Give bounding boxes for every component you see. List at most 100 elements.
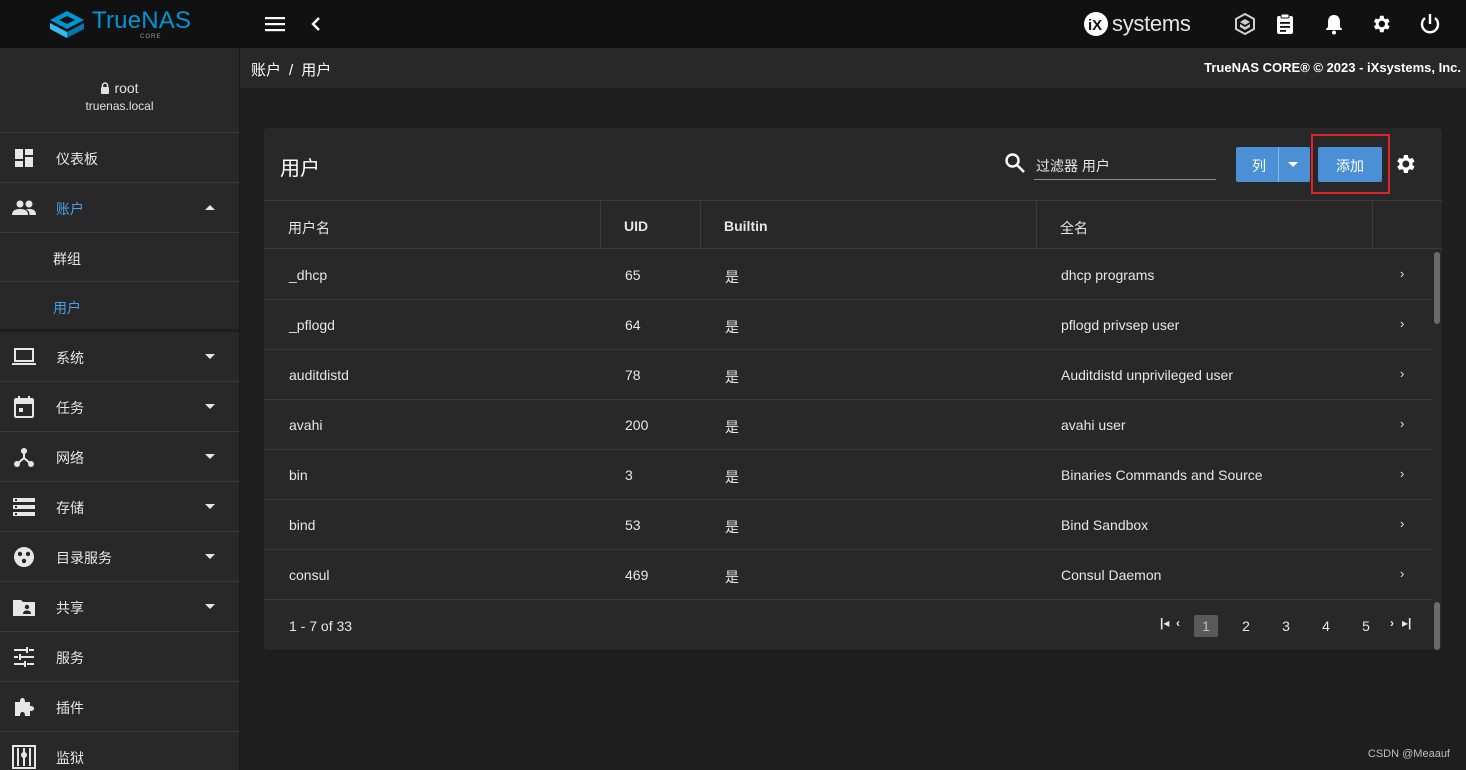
column-header-fullname[interactable]: 全名: [1060, 201, 1088, 249]
table-row[interactable]: bind 53 是 Bind Sandbox ›: [264, 500, 1432, 550]
chevron-right-icon[interactable]: ›: [1400, 516, 1404, 531]
sidebar-item-network[interactable]: 网络: [0, 432, 239, 482]
sidebar-item-label: 目录服务: [56, 550, 112, 566]
prev-page-icon[interactable]: ‹: [1176, 616, 1180, 630]
column-header-builtin[interactable]: Builtin: [724, 201, 768, 249]
table-settings-gear-icon[interactable]: [1393, 152, 1417, 176]
column-divider: [600, 201, 601, 249]
pagination-range: 1 - 7 of 33: [289, 618, 353, 634]
first-page-icon[interactable]: |◂: [1160, 616, 1169, 630]
network-icon: [12, 445, 36, 469]
power-icon[interactable]: [1418, 12, 1442, 36]
highlight-box: [1311, 134, 1390, 194]
sidebar-item-sharing[interactable]: 共享: [0, 582, 239, 632]
people-icon: [12, 196, 36, 220]
sidebar-item-label: 监狱: [56, 750, 84, 766]
table-row[interactable]: consul 469 是 Consul Daemon ›: [264, 550, 1432, 600]
cell-fullname: pflogd privsep user: [1061, 317, 1180, 333]
copyright-text: TrueNAS CORE® © 2023 - iXsystems, Inc.: [1204, 60, 1461, 75]
last-page-icon[interactable]: ▸|: [1402, 616, 1411, 630]
bell-icon[interactable]: [1322, 12, 1346, 36]
folder-shared-icon: [12, 595, 36, 619]
gear-icon[interactable]: [1369, 12, 1393, 36]
logo-subtext: CORE: [140, 33, 162, 40]
table-row[interactable]: auditdistd 78 是 Auditdistd unprivileged …: [264, 350, 1432, 400]
page-button-5[interactable]: 5: [1354, 615, 1378, 637]
breadcrumb-users: 用户: [301, 62, 332, 79]
table-row[interactable]: _pflogd 64 是 pflogd privsep user ›: [264, 300, 1432, 350]
card-title: 用户: [280, 158, 320, 180]
dashboard-icon: [12, 146, 36, 170]
tune-icon: [12, 645, 36, 669]
sidebar-item-dashboard[interactable]: 仪表板: [0, 133, 239, 183]
laptop-icon: [12, 345, 36, 369]
vertical-scrollbar[interactable]: [1434, 252, 1440, 324]
chevron-right-icon[interactable]: ›: [1400, 316, 1404, 331]
sidebar-item-services[interactable]: 服务: [0, 632, 239, 682]
username-label: root: [114, 80, 139, 96]
menu-icon[interactable]: [264, 12, 288, 36]
sidebar-item-users[interactable]: 用户: [0, 282, 239, 332]
table-row[interactable]: bin 3 是 Binaries Commands and Source ›: [264, 450, 1432, 500]
table-row[interactable]: _dhcp 65 是 dhcp programs ›: [264, 250, 1432, 300]
page-button-2[interactable]: 2: [1234, 615, 1258, 637]
page-button-4[interactable]: 4: [1314, 615, 1338, 637]
cell-builtin: 是: [725, 569, 739, 585]
jail-icon: [12, 745, 36, 769]
breadcrumb-accounts[interactable]: 账户: [251, 62, 281, 79]
sidebar-item-label: 群组: [53, 251, 81, 267]
sidebar-item-label: 网络: [56, 450, 84, 466]
next-page-icon[interactable]: ›: [1390, 616, 1394, 630]
chevron-right-icon[interactable]: ›: [1400, 566, 1404, 581]
ixsystems-logo[interactable]: iX systems: [1082, 10, 1191, 38]
hostname-label: truenas.local: [85, 99, 154, 113]
breadcrumb-separator: /: [289, 62, 294, 79]
column-header-username[interactable]: 用户名: [288, 201, 330, 249]
caret-up-icon: [205, 205, 215, 210]
chevron-right-icon[interactable]: ›: [1400, 366, 1404, 381]
sidebar-item-label: 用户: [53, 300, 81, 316]
users-card: 用户 过滤器 用户 列 添加 用户名 UID Builtin 全名 _dhcp …: [264, 128, 1442, 650]
cell-builtin: 是: [725, 419, 739, 435]
sidebar-item-storage[interactable]: 存储: [0, 482, 239, 532]
sidebar-item-jails[interactable]: 监狱: [0, 732, 239, 770]
user-block: root truenas.local: [0, 48, 239, 133]
clipboard-icon[interactable]: [1273, 12, 1297, 36]
chevron-left-icon[interactable]: [304, 12, 328, 36]
table-row[interactable]: avahi 200 是 avahi user ›: [264, 400, 1432, 450]
column-divider: [1372, 201, 1373, 249]
sidebar-item-accounts[interactable]: 账户: [0, 183, 239, 233]
chevron-right-icon[interactable]: ›: [1400, 266, 1404, 281]
table-header: 用户名 UID Builtin 全名: [264, 200, 1442, 249]
chevron-right-icon[interactable]: ›: [1400, 466, 1404, 481]
caret-down-icon: [205, 604, 215, 609]
chevron-right-icon[interactable]: ›: [1400, 416, 1404, 431]
truecommand-icon[interactable]: [1233, 12, 1257, 36]
caret-down-icon: [205, 354, 215, 359]
caret-down-icon: [205, 454, 215, 459]
cell-uid: 469: [625, 567, 649, 583]
cell-fullname: Binaries Commands and Source: [1061, 467, 1263, 483]
cell-uid: 3: [625, 467, 633, 483]
cell-username: consul: [289, 567, 330, 583]
breadcrumb-bar: 账户 / 用户 TrueNAS CORE® © 2023 - iXsystems, …: [240, 48, 1466, 88]
sidebar-item-system[interactable]: 系统: [0, 332, 239, 382]
sidebar-item-groups[interactable]: 群组: [0, 233, 239, 282]
page-button-1[interactable]: 1: [1194, 615, 1218, 637]
column-header-uid[interactable]: UID: [624, 201, 648, 249]
sidebar-item-plugins[interactable]: 插件: [0, 682, 239, 732]
page-button-3[interactable]: 3: [1274, 615, 1298, 637]
calendar-icon: [12, 395, 36, 419]
sidebar-item-label: 服务: [56, 650, 84, 666]
filter-input[interactable]: 过滤器 用户: [1034, 150, 1216, 180]
cell-builtin: 是: [725, 519, 739, 535]
cell-username: _dhcp: [289, 267, 328, 283]
sidebar-item-label: 插件: [56, 700, 84, 716]
footer-scrollbar[interactable]: [1434, 602, 1440, 650]
ix-mark-icon: iX: [1084, 12, 1108, 36]
truenas-logo[interactable]: TrueNAS CORE: [48, 8, 191, 40]
cell-uid: 53: [625, 517, 641, 533]
sidebar-item-directory-services[interactable]: 目录服务: [0, 532, 239, 582]
columns-button[interactable]: 列: [1236, 147, 1310, 182]
sidebar-item-tasks[interactable]: 任务: [0, 382, 239, 432]
